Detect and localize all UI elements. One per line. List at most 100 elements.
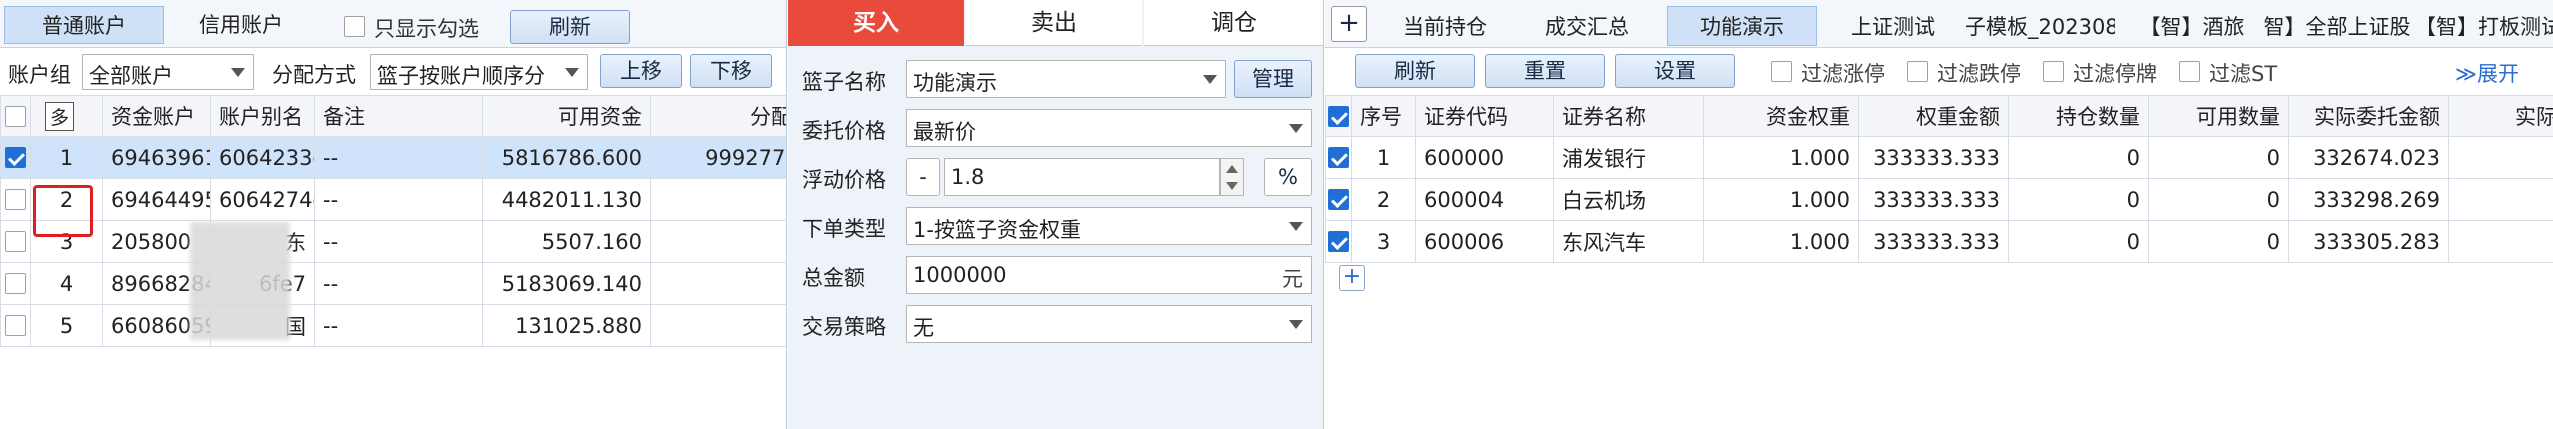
filter-limit-up-label: 过滤涨停 [1801,62,1885,86]
float-price-stepper[interactable] [1220,158,1244,196]
table-row[interactable]: 3 600006 东风汽车 1.000 333333.333 0 0 33330… [1325,220,2553,263]
account-group-value: 全部账户 [89,64,173,88]
account-group-select[interactable]: 全部账户 [82,54,254,90]
row-checkbox[interactable] [1328,189,1349,210]
tab-sell[interactable]: 卖出 [966,0,1142,46]
row-checkbox[interactable] [5,231,26,252]
note: -- [314,220,483,263]
row-check-cell[interactable] [0,262,31,305]
basket-name-label: 篮子名称 [802,70,886,94]
tab-smart-all-sh[interactable]: 智】全部上证股 [2263,10,2411,44]
row-check-cell[interactable] [0,178,31,221]
col-available-funds: 可用资金 [482,95,651,137]
row-check-cell[interactable] [0,220,31,263]
strategy-select[interactable]: 无 [906,305,1312,343]
total-amount-unit: 元 [1282,267,1303,291]
settings-button[interactable]: 设置 [1615,54,1735,88]
table-row[interactable]: 3 205800 东 -- 5507.160 [0,220,786,263]
row-checkbox[interactable] [5,315,26,336]
row-check-cell[interactable] [1325,220,1352,263]
tab-current-position[interactable]: 当前持仓 [1375,10,1515,44]
move-down-button[interactable]: 下移 [690,54,772,88]
hold-qty: 0 [2008,220,2149,263]
row-checkbox[interactable] [5,147,26,168]
row-index: 5 [30,304,103,347]
filter-limit-up-checkbox[interactable] [1771,61,1792,82]
table-row[interactable]: 5 66086059 国 -- 131025.880 [0,304,786,347]
reset-button[interactable]: 重置 [1485,54,1605,88]
basket-name-value: 功能演示 [913,71,997,95]
row-check-cell[interactable] [1325,178,1352,221]
multi-select-label: 多 [45,101,75,131]
fund-account: 69463961 [102,136,211,179]
tab-rebalance[interactable]: 调仓 [1144,0,1323,46]
row-checkbox[interactable] [1328,231,1349,252]
row-checkbox[interactable] [5,273,26,294]
filter-limit-down-label: 过滤跌停 [1937,62,2021,86]
tab-smart-wine-travel[interactable]: 【智】酒旅 [2125,10,2259,44]
select-all-checkbox[interactable] [1328,105,1349,127]
refresh-button[interactable]: 刷新 [510,10,630,44]
move-up-button[interactable]: 上移 [600,54,682,88]
add-row-button[interactable]: + [1339,265,1365,291]
select-all-cell[interactable] [1325,95,1352,137]
actual-more [2448,136,2553,179]
tab-normal-account[interactable]: 普通账户 [4,6,164,44]
row-checkbox[interactable] [1328,147,1349,168]
note: -- [314,136,483,179]
actual-amount: 333298.269 [2288,178,2449,221]
tab-function-demo[interactable]: 功能演示 [1667,6,1817,46]
basket-table: 序号 证券代码 证券名称 资金权重 权重金额 持仓数量 可用数量 实际委托金额 … [1325,95,2553,263]
manage-button[interactable]: 管理 [1234,60,1312,98]
table-row[interactable]: 1 600000 浦发银行 1.000 333333.333 0 0 33267… [1325,136,2553,179]
table-row[interactable]: 2 600004 白云机场 1.000 333333.333 0 0 33329… [1325,178,2553,221]
row-checkbox[interactable] [5,189,26,210]
basket-name-select[interactable]: 功能演示 [906,60,1226,98]
weight-amount: 333333.333 [1858,220,2009,263]
tab-credit-account[interactable]: 信用账户 [166,6,316,44]
expand-link[interactable]: ≫展开 [2455,58,2519,88]
security-name: 东风汽车 [1553,220,1704,263]
total-amount-input[interactable]: 1000000 元 [906,256,1312,294]
filter-suspended-checkbox[interactable] [2043,61,2064,82]
float-sign-button[interactable]: - [906,158,940,196]
float-price-input[interactable]: 1.8 [944,158,1220,196]
col-fund-account: 资金账户 [102,95,211,137]
refresh-button[interactable]: 刷新 [1355,54,1475,88]
tab-sub-template[interactable]: 子模板_202308 [1965,10,2115,44]
stepper-up-icon[interactable] [1226,165,1238,173]
table-row[interactable]: 4 89668284 6fe7 -- 5183069.140 [0,262,786,305]
security-code: 600006 [1415,220,1554,263]
tab-trade-summary[interactable]: 成交汇总 [1517,10,1657,44]
fund-account: 69464495 [102,178,211,221]
float-unit-select[interactable]: % [1264,158,1312,196]
filter-st-checkbox[interactable] [2179,61,2200,82]
add-tab-button[interactable]: + [1331,6,1367,42]
col-account-alias: 账户别名 [210,95,315,137]
account-alias: 6064274e [210,178,315,221]
stepper-down-icon[interactable] [1226,182,1238,190]
row-check-cell[interactable] [0,304,31,347]
account-panel: 普通账户 信用账户 只显示勾选 刷新 账户组 全部账户 分配方式 篮子按账户顺序… [0,0,787,429]
select-all-cell[interactable] [0,95,31,137]
col-index: 序号 [1351,95,1416,137]
alloc-method-select[interactable]: 篮子按账户顺序分 [370,54,588,90]
order-price-select[interactable]: 最新价 [906,109,1312,147]
tab-smart-limit-test[interactable]: 【智】打板测试 [2415,10,2553,44]
row-check-cell[interactable] [0,136,31,179]
total-amount-value: 1000000 [913,263,1007,287]
tab-sh-test[interactable]: 上证测试 [1823,10,1963,44]
table-header: 多 资金账户 账户别名 备注 可用资金 分配 [0,95,786,237]
available-funds: 5507.160 [482,220,651,263]
table-row[interactable]: 1 69463961 6064233c -- 5816786.600 99927… [0,136,786,179]
strategy-label: 交易策略 [802,315,886,339]
table-row[interactable]: 2 69464495 6064274e -- 4482011.130 [0,178,786,221]
security-code: 600000 [1415,136,1554,179]
row-check-cell[interactable] [1325,136,1352,179]
order-type-select[interactable]: 1-按篮子资金权重 [906,207,1312,245]
only-show-checked-checkbox[interactable] [344,16,365,37]
filter-limit-down-checkbox[interactable] [1907,61,1928,82]
tab-buy[interactable]: 买入 [788,0,964,46]
hold-qty: 0 [2008,136,2149,179]
select-all-checkbox[interactable] [5,105,26,127]
